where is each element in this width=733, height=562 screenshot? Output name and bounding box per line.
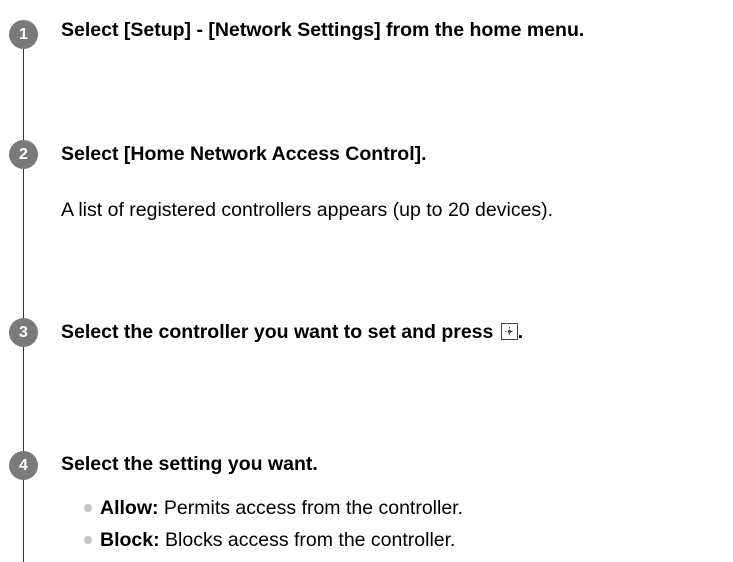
option-label: Allow: xyxy=(100,497,159,519)
step-title-suffix: . xyxy=(517,321,524,343)
step-number-badge: 4 xyxy=(9,451,38,480)
step-number-badge: 1 xyxy=(9,20,38,49)
bullet-icon xyxy=(84,536,92,544)
step-title: Select [Home Network Access Control]. xyxy=(61,143,427,165)
step-title: Select [Setup] - [Network Settings] from… xyxy=(61,19,585,41)
step-title: Select the setting you want. xyxy=(61,453,318,475)
steps-timeline-line xyxy=(23,20,24,562)
enter-button-icon xyxy=(500,323,518,340)
list-item: Allow: Permits access from the controlle… xyxy=(84,496,463,528)
bullet-icon xyxy=(84,504,92,512)
list-item: Block: Blocks access from the controller… xyxy=(84,528,463,560)
option-text: Permits access from the controller. xyxy=(158,497,464,519)
step-number-badge: 3 xyxy=(9,318,38,347)
step-title: Select the controller you want to set an… xyxy=(61,320,523,344)
step-description: A list of registered controllers appears… xyxy=(61,199,554,221)
step-number-badge: 2 xyxy=(9,140,38,169)
setting-options-list: Allow: Permits access from the controlle… xyxy=(84,496,463,560)
option-label: Block: xyxy=(100,529,160,551)
step-title-text: Select the controller you want to set an… xyxy=(61,321,494,343)
option-text: Blocks access from the controller. xyxy=(159,529,456,551)
